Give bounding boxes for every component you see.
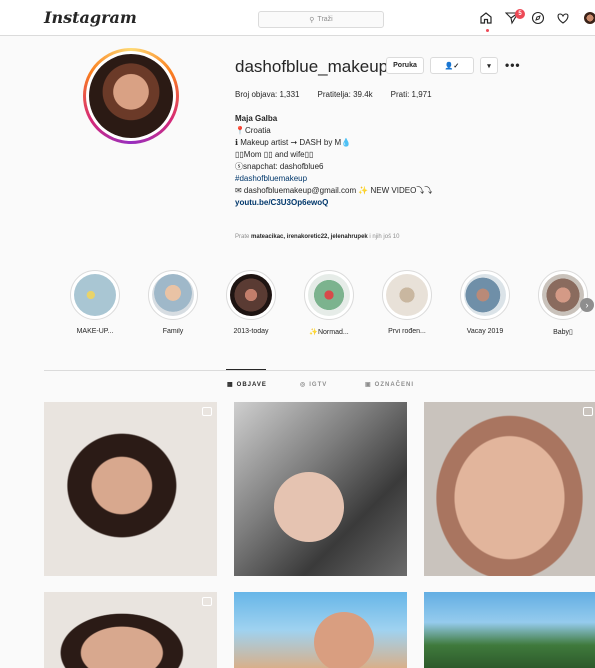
post-thumbnail[interactable] [44,592,217,668]
bio-hashtag-link[interactable]: #dashofbluemakeup [235,173,555,185]
person-check-icon: 👤✓ [444,62,460,70]
bio-line-email: ✉ dashofbluemakeup@gmail.com ✨ NEW VIDEO… [235,186,433,195]
profile-avatar-icon[interactable] [582,10,595,26]
tab-igtv-label: IGTV [309,381,328,388]
tab-tagged[interactable]: ▣ OZNAČENI [365,381,415,389]
video-icon [583,407,593,416]
highlight-label: Prvi rođen... [388,328,426,335]
story-highlight[interactable]: Family [143,270,203,335]
post-thumbnail[interactable] [424,592,595,668]
more-options-icon[interactable]: ••• [505,58,521,72]
profile-full-name: Maja Galba [235,114,278,123]
search-input[interactable]: ⚲ Traži [258,11,384,28]
tagged-icon: ▣ [365,382,372,388]
message-button[interactable]: Poruka [386,57,424,74]
home-active-dot [486,29,489,32]
profile-stats: Broj objava: 1,331 Pratitelja: 39.4k Pra… [235,90,432,99]
profile-photo [89,54,173,138]
tab-tagged-label: OZNAČENI [374,381,415,388]
home-icon[interactable] [478,10,494,26]
story-highlight[interactable]: ✨Normad... [299,270,359,336]
tab-posts-label: OBJAVE [236,381,267,388]
followed-by-suffix: i njih još 10 [367,234,400,240]
posts-count: Broj objava: 1,331 [235,90,300,99]
multiple-images-icon [202,407,212,416]
active-tab-indicator [226,369,266,370]
following-button[interactable]: 👤✓ [430,57,474,74]
followers-count[interactable]: Pratitelja: 39.4k [318,90,373,99]
highlight-label: Baby▯ [553,329,573,336]
bio-line-location: 📍Croatia [235,126,271,135]
bio-website-link[interactable]: youtu.be/C3U3Op6ewoQ [235,197,555,209]
multiple-images-icon [202,597,212,606]
tabs-divider [44,370,595,371]
activity-heart-icon[interactable] [555,10,571,26]
followed-by-text[interactable]: Prate mateacikac, irenakoretic22, jelena… [235,234,399,240]
bio-line-family: ▯▯Mom ▯▯ and wife▯▯ [235,150,314,159]
following-count[interactable]: Prati: 1,971 [391,90,432,99]
tab-posts[interactable]: ▦ OBJAVE [227,381,267,389]
story-highlight[interactable]: Prvi rođen... [377,270,437,335]
highlight-label: Family [162,328,184,335]
tab-igtv[interactable]: ◎ IGTV [300,381,328,389]
post-thumbnail[interactable] [44,402,217,576]
grid-icon: ▦ [227,382,234,388]
highlights-next-arrow-icon[interactable]: › [580,298,594,312]
bio-line-profession: ℹ Makeup artist ➞ DASH by M💧 [235,138,352,147]
highlight-label: MAKE-UP... [76,328,114,335]
post-thumbnail[interactable] [424,402,595,576]
profile-bio: Maja Galba 📍Croatia ℹ Makeup artist ➞ DA… [235,113,555,209]
suggestions-dropdown-button[interactable]: ▾ [480,57,498,74]
instagram-logo[interactable]: Instagram [44,8,137,27]
notification-badge: 5 [515,9,525,19]
followed-by-prefix: Prate [235,234,252,240]
story-highlight[interactable]: Vacay 2019 [455,270,515,335]
highlight-label: 2013-today [233,328,269,335]
bio-line-snapchat: ⓢsnapchat: dashofblue6 [235,162,324,171]
post-thumbnail[interactable] [234,402,407,576]
igtv-icon: ◎ [300,382,307,388]
followed-by-users: mateacikac, irenakoretic22, jelenahrupek [251,234,368,240]
highlight-label: Vacay 2019 [466,328,504,335]
profile-picture[interactable] [83,48,179,144]
profile-username: dashofblue_makeup [235,57,389,76]
story-highlight[interactable]: 2013-today [221,270,281,335]
story-highlight[interactable]: MAKE-UP... [65,270,125,335]
chevron-down-icon: ▾ [487,62,491,70]
search-placeholder: Traži [317,16,333,23]
explore-compass-icon[interactable] [530,10,546,26]
post-thumbnail[interactable] [234,592,407,668]
search-icon: ⚲ [309,16,315,24]
top-navigation-bar: Instagram ⚲ Traži 5 [0,0,595,36]
highlight-label: ✨Normad... [309,329,349,336]
